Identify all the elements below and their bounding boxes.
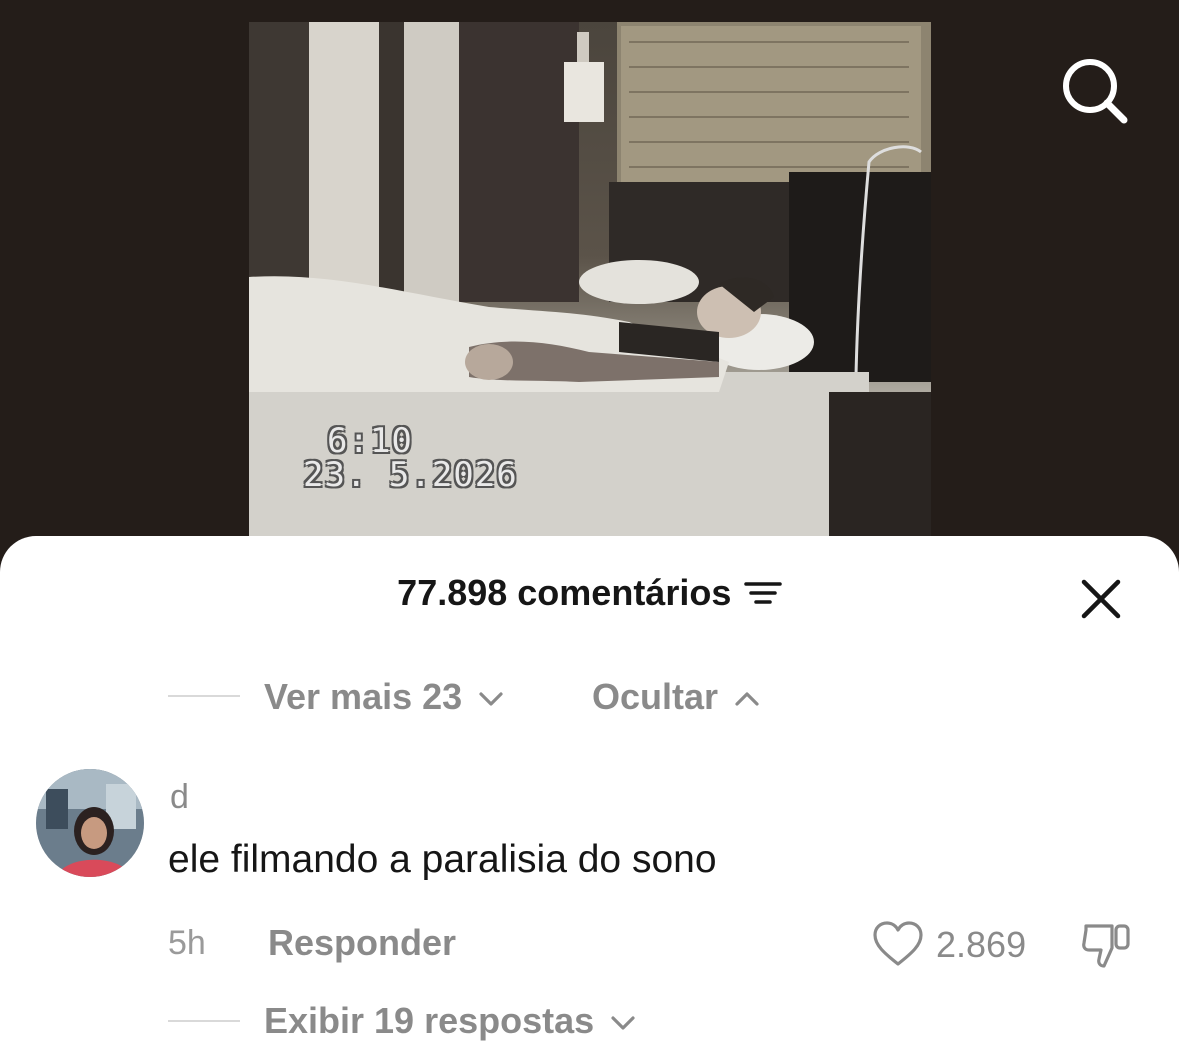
video-timestamp: 6:10 23. 5.2026: [303, 424, 518, 492]
timestamp-date: 23. 5.2026: [303, 455, 518, 495]
avatar[interactable]: [36, 769, 144, 877]
reply-button[interactable]: Responder: [268, 922, 456, 964]
thumbs-down-icon[interactable]: [1080, 920, 1134, 970]
see-more-label: Ver mais 23: [264, 676, 463, 717]
view-replies-divider: [168, 1020, 240, 1022]
comments-sheet: 77.898 comentários Ver mais 23 Ocultar d…: [0, 536, 1179, 1058]
comment-text: ele filmando a paralisia do sono: [168, 838, 717, 881]
hide-label: Ocultar: [592, 676, 719, 717]
view-replies-button[interactable]: Exibir 19 respostas: [264, 1000, 636, 1042]
comment-age: 5h: [168, 924, 206, 962]
comments-header: 77.898 comentários: [0, 572, 1179, 622]
video-player[interactable]: 6:10 23. 5.2026: [0, 0, 1179, 560]
chevron-down-icon: [479, 692, 503, 707]
comment-username[interactable]: d: [170, 778, 189, 817]
see-more-replies-button[interactable]: Ver mais 23: [264, 676, 504, 718]
search-icon[interactable]: [1060, 56, 1130, 126]
chevron-up-icon: [735, 692, 759, 707]
hide-replies-button[interactable]: Ocultar: [592, 676, 760, 718]
close-icon[interactable]: [1078, 576, 1124, 622]
replies-divider: [168, 695, 240, 697]
filter-lines-icon[interactable]: [744, 578, 782, 608]
timestamp-time: 6:10: [327, 421, 413, 461]
chevron-down-icon: [611, 1016, 635, 1031]
view-replies-label: Exibir 19 respostas: [264, 1000, 595, 1041]
comments-count: 77.898 comentários: [397, 572, 732, 613]
video-frame[interactable]: 6:10 23. 5.2026: [249, 22, 931, 542]
heart-icon[interactable]: [872, 920, 924, 968]
like-count: 2.869: [936, 924, 1027, 965]
